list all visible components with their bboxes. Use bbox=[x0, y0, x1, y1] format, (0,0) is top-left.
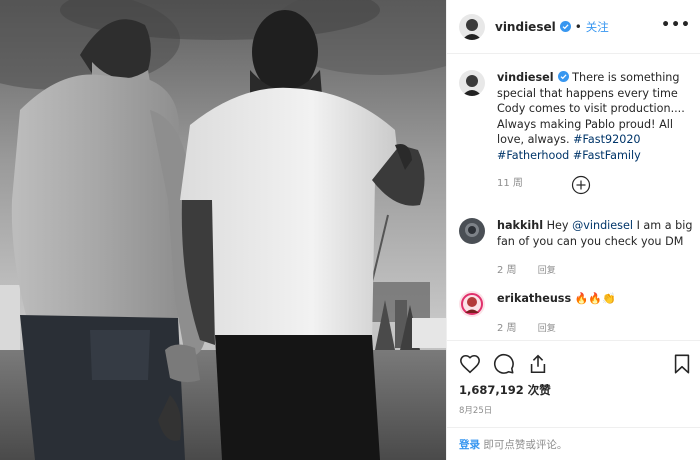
login-prompt: 登录 即可点赞或评论。 bbox=[447, 427, 700, 460]
plus-circle-icon bbox=[571, 175, 591, 195]
comment-body: 🔥🔥👏 bbox=[574, 292, 616, 305]
post-header: vindiesel • 关注 ••• bbox=[447, 0, 700, 54]
follow-button[interactable]: 关注 bbox=[586, 19, 609, 35]
comment-username[interactable]: erikatheuss bbox=[497, 292, 571, 305]
caption-text: vindiesel There is something special tha… bbox=[497, 70, 695, 163]
comment-username[interactable]: hakkihl bbox=[497, 219, 543, 232]
reply-button[interactable]: 回复 bbox=[538, 324, 556, 334]
separator-dot: • bbox=[574, 19, 582, 34]
reply-button[interactable]: 回复 bbox=[538, 266, 556, 276]
avatar-image bbox=[459, 70, 485, 96]
post-actions: 1,687,192 次赞 8月25日 登录 即可点赞或评论。 bbox=[447, 340, 700, 460]
avatar-image bbox=[459, 13, 485, 40]
more-options-icon[interactable]: ••• bbox=[661, 18, 691, 32]
post-sidebar: vindiesel • 关注 ••• vindiesel There is so… bbox=[446, 0, 700, 460]
verified-badge-icon bbox=[557, 71, 569, 82]
verified-badge-icon bbox=[559, 21, 571, 32]
comment-meta: 2 周 回复 bbox=[497, 319, 695, 334]
avatar[interactable] bbox=[459, 291, 485, 317]
comment-meta: 2 周 回复 bbox=[497, 261, 695, 276]
avatar-image bbox=[459, 291, 485, 317]
login-link[interactable]: 登录 bbox=[459, 439, 480, 451]
avatar[interactable] bbox=[459, 70, 485, 96]
heart-icon[interactable] bbox=[459, 353, 481, 375]
instagram-post-window: vindiesel • 关注 ••• vindiesel There is so… bbox=[0, 0, 700, 460]
comment-item: hakkihl Hey @vindiesel I am a big fan of… bbox=[459, 218, 695, 276]
login-prompt-text: 即可点赞或评论。 bbox=[483, 439, 568, 451]
photo-image bbox=[0, 0, 446, 460]
avatar[interactable] bbox=[459, 13, 485, 40]
comment-timestamp[interactable]: 2 周 bbox=[497, 323, 517, 334]
load-more-comments-icon[interactable] bbox=[571, 175, 591, 195]
like-count-number: 1,687,192 bbox=[459, 383, 524, 397]
like-count-suffix: 次赞 bbox=[527, 383, 551, 397]
comment-icon[interactable] bbox=[493, 353, 515, 375]
hashtag-link[interactable]: #FastFamily bbox=[573, 149, 641, 162]
post-photo[interactable] bbox=[0, 0, 446, 460]
caption-username[interactable]: vindiesel bbox=[497, 71, 554, 84]
action-icons bbox=[459, 353, 693, 377]
comment-item: erikatheuss 🔥🔥👏 2 周 回复 bbox=[459, 291, 695, 334]
hashtag-link[interactable]: #Fast92020 bbox=[573, 133, 640, 146]
comment-text: hakkihl Hey @vindiesel I am a big fan of… bbox=[497, 218, 695, 249]
comment-text: erikatheuss 🔥🔥👏 bbox=[497, 291, 695, 307]
comments-section: vindiesel There is something special tha… bbox=[447, 54, 700, 340]
avatar-image bbox=[459, 218, 485, 244]
post-date[interactable]: 8月25日 bbox=[459, 404, 492, 416]
comment-timestamp[interactable]: 2 周 bbox=[497, 265, 517, 276]
hashtag-link[interactable]: #Fatherhood bbox=[497, 149, 569, 162]
caption-timestamp[interactable]: 11 周 bbox=[497, 174, 695, 189]
share-icon[interactable] bbox=[527, 353, 549, 375]
header-username[interactable]: vindiesel bbox=[495, 20, 556, 34]
comment-body: Hey bbox=[546, 219, 569, 232]
avatar[interactable] bbox=[459, 218, 485, 244]
post-caption: vindiesel There is something special tha… bbox=[459, 70, 695, 189]
mention-link[interactable]: @vindiesel bbox=[572, 219, 633, 232]
like-count[interactable]: 1,687,192 次赞 bbox=[459, 382, 551, 398]
bookmark-icon[interactable] bbox=[671, 353, 693, 375]
